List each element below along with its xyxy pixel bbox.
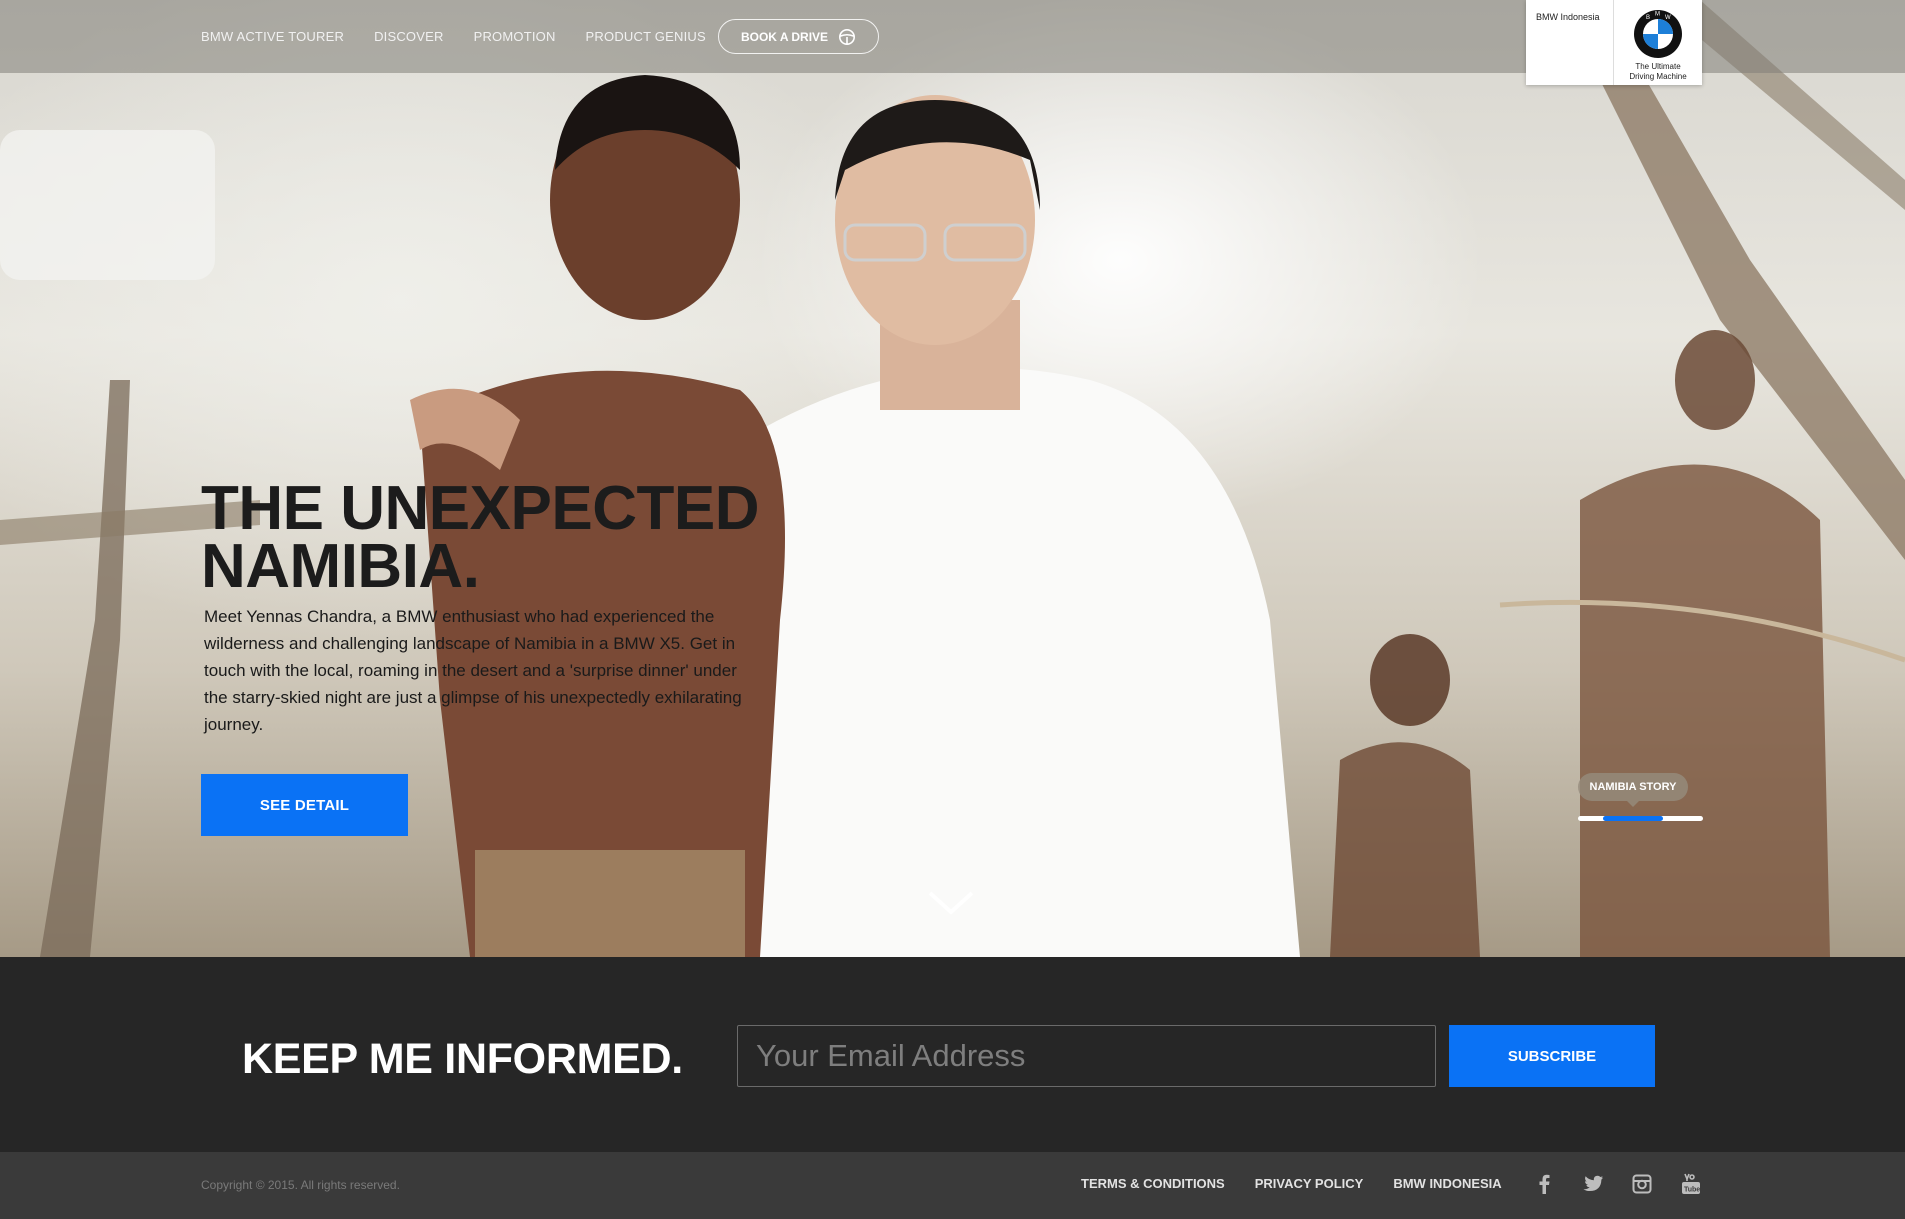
steering-wheel-icon xyxy=(839,28,856,45)
svg-text:Tube: Tube xyxy=(1684,1187,1700,1194)
namibia-story-tag[interactable]: NAMIBIA STORY xyxy=(1578,773,1688,807)
hero-banner: BMW ACTIVE TOURER DISCOVER PROMOTION PRO… xyxy=(0,0,1905,957)
nav-item-active-tourer[interactable]: BMW ACTIVE TOURER xyxy=(201,29,344,44)
bmw-logo-box[interactable]: BMW Indonesia B M W The Ultimate Driving… xyxy=(1526,0,1702,85)
tagline: The Ultimate Driving Machine xyxy=(1629,62,1686,82)
tagline-line-2: Driving Machine xyxy=(1629,72,1687,81)
story-progress-bar[interactable] xyxy=(1578,816,1703,821)
newsletter-title: KEEP ME INFORMED. xyxy=(242,1035,683,1083)
twitter-icon[interactable] xyxy=(1581,1172,1605,1196)
footer-links: TERMS & CONDITIONS PRIVACY POLICY BMW IN… xyxy=(1081,1176,1502,1191)
social-links: Tube xyxy=(1532,1172,1703,1196)
footer-link-bmw-indonesia[interactable]: BMW INDONESIA xyxy=(1393,1176,1501,1191)
see-detail-button[interactable]: SEE DETAIL xyxy=(201,774,408,836)
footer-link-terms[interactable]: TERMS & CONDITIONS xyxy=(1081,1176,1225,1191)
hero-title-line-2: NAMIBIA. xyxy=(201,532,480,601)
tagline-line-1: The Ultimate xyxy=(1635,62,1681,71)
copyright-text: Copyright © 2015. All rights reserved. xyxy=(201,1178,400,1192)
newsletter-section: KEEP ME INFORMED. SUBSCRIBE xyxy=(0,957,1905,1152)
roundel-letter-m: M xyxy=(1655,12,1660,18)
email-input[interactable] xyxy=(737,1025,1436,1087)
roundel-letter-w: W xyxy=(1665,15,1671,21)
bmw-roundel-icon: B M W xyxy=(1634,10,1682,58)
instagram-icon[interactable] xyxy=(1630,1172,1654,1196)
chevron-down-icon[interactable] xyxy=(926,888,976,918)
brand-text: BMW Indonesia xyxy=(1526,0,1614,85)
footer: Copyright © 2015. All rights reserved. T… xyxy=(0,1152,1905,1219)
footer-link-privacy[interactable]: PRIVACY POLICY xyxy=(1255,1176,1364,1191)
subscribe-button[interactable]: SUBSCRIBE xyxy=(1449,1025,1655,1087)
facebook-icon[interactable] xyxy=(1532,1172,1556,1196)
nav-links: BMW ACTIVE TOURER DISCOVER PROMOTION PRO… xyxy=(201,0,706,73)
roundel-letter-b: B xyxy=(1646,15,1650,21)
hero-title: THE UNEXPECTED NAMIBIA. xyxy=(201,478,821,598)
nav-item-product-genius[interactable]: PRODUCT GENIUS xyxy=(586,29,706,44)
nav-item-discover[interactable]: DISCOVER xyxy=(374,29,444,44)
youtube-icon[interactable]: Tube xyxy=(1679,1172,1703,1196)
hero-description: Meet Yennas Chandra, a BMW enthusiast wh… xyxy=(204,607,742,734)
book-drive-button[interactable]: BOOK A DRIVE xyxy=(718,19,879,54)
story-progress-fill xyxy=(1603,816,1663,821)
bmw-logo: B M W The Ultimate Driving Machine xyxy=(1614,0,1702,85)
nav-item-promotion[interactable]: PROMOTION xyxy=(474,29,556,44)
book-drive-label: BOOK A DRIVE xyxy=(740,29,829,44)
